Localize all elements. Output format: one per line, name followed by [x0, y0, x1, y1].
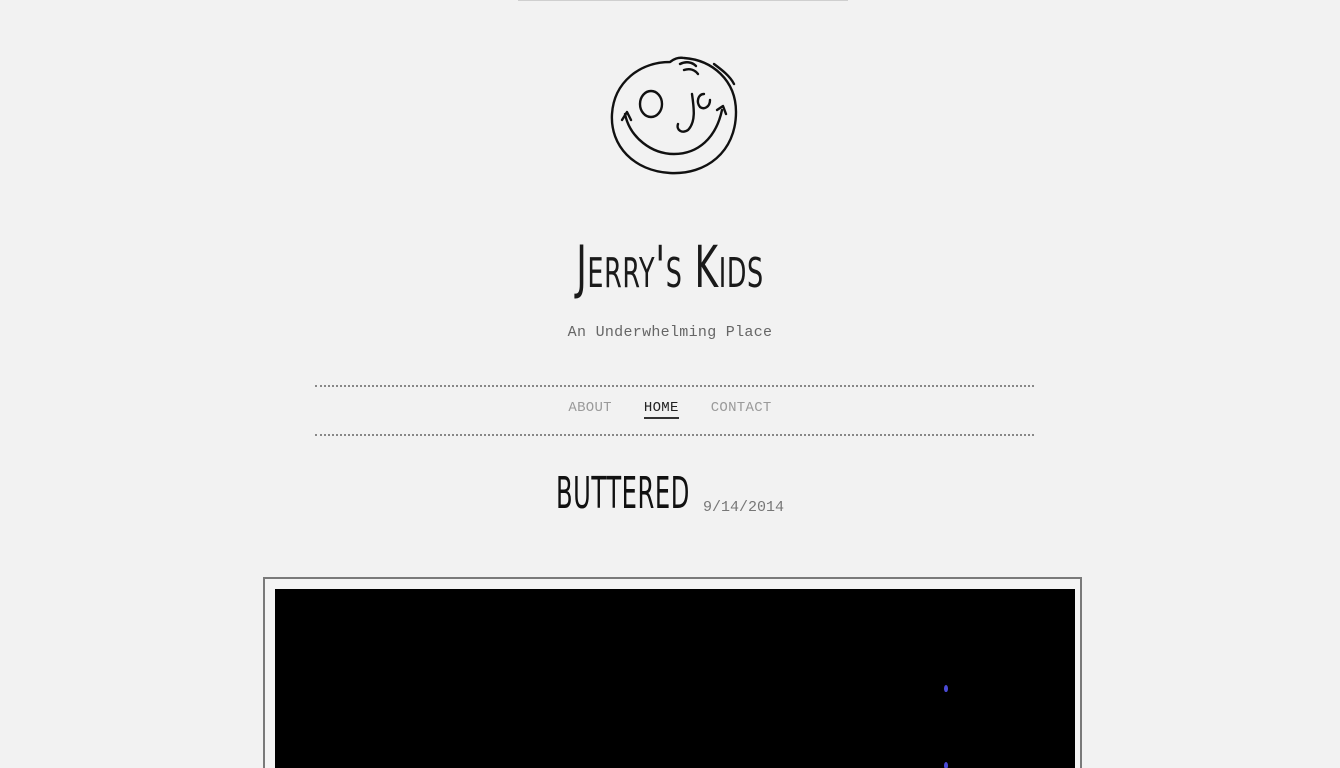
- nav-item-contact[interactable]: CONTACT: [711, 400, 772, 416]
- nav-divider-bottom: [315, 434, 1034, 436]
- nav-divider-top: [315, 385, 1034, 387]
- main-navigation: ABOUT HOME CONTACT: [0, 400, 1340, 419]
- site-title[interactable]: Jerry's Kids: [255, 230, 1086, 304]
- nav-item-about[interactable]: ABOUT: [568, 400, 612, 416]
- nav-item-home[interactable]: HOME: [643, 400, 679, 419]
- smiley-face-icon[interactable]: [600, 50, 750, 182]
- post-date: 9/14/2014: [703, 499, 785, 516]
- site-tagline: An Underwhelming Place: [567, 324, 773, 341]
- media-spark: [944, 762, 948, 768]
- post-media-frame: [263, 577, 1082, 768]
- post-title[interactable]: BUTTERED: [556, 466, 690, 522]
- post-media[interactable]: [275, 589, 1075, 768]
- media-spark: [944, 685, 948, 692]
- top-divider: [518, 0, 848, 1]
